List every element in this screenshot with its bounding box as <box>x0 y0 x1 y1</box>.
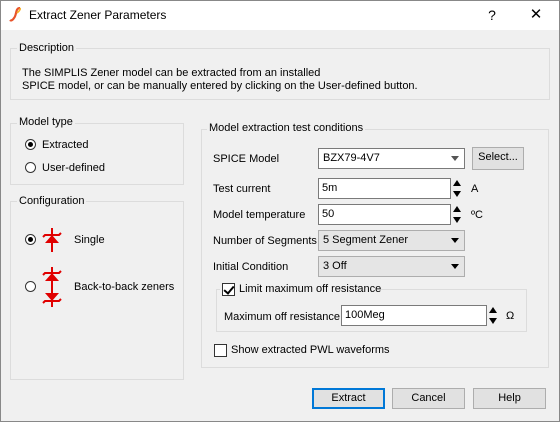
show-pwl-label[interactable]: Show extracted PWL waveforms <box>231 344 390 356</box>
test-current-value: 5m <box>322 182 338 194</box>
spin-down-icon[interactable] <box>488 316 499 326</box>
single-radio[interactable] <box>25 234 36 245</box>
limit-off-resistance-checkbox[interactable] <box>222 283 235 296</box>
close-button[interactable]: ✕ <box>512 0 560 30</box>
configuration-group-title: Configuration <box>17 195 87 207</box>
extract-button[interactable]: Extract <box>312 388 385 409</box>
show-pwl-checkbox[interactable] <box>214 344 227 357</box>
model-temperature-label: Model temperature <box>213 209 306 221</box>
zener-diode-icon <box>42 228 62 252</box>
select-model-button[interactable]: Select... <box>472 147 524 170</box>
initial-condition-value: 3 Off <box>323 260 347 272</box>
back-to-back-zener-icon <box>42 267 62 307</box>
extracted-radio-label[interactable]: Extracted <box>42 139 88 151</box>
max-off-resistance-input[interactable]: 100Meg <box>341 305 487 326</box>
test-current-spinner[interactable] <box>452 178 463 199</box>
initial-condition-select[interactable]: 3 Off <box>318 256 465 277</box>
test-current-label: Test current <box>213 183 271 195</box>
description-line-2: SPICE model, or can be manually entered … <box>22 80 418 92</box>
title-help-button[interactable]: ? <box>472 0 512 30</box>
model-type-group <box>10 123 184 185</box>
chevron-down-icon <box>451 238 459 243</box>
initial-condition-label: Initial Condition <box>213 261 289 273</box>
max-off-resistance-value: 100Meg <box>345 309 385 321</box>
max-off-resistance-spinner[interactable] <box>488 305 499 326</box>
spin-down-icon[interactable] <box>452 215 463 225</box>
max-off-resistance-unit: Ω <box>506 310 515 322</box>
spin-up-icon[interactable] <box>452 178 463 188</box>
model-temperature-input[interactable]: 50 <box>318 204 451 225</box>
user-defined-radio-label[interactable]: User-defined <box>42 162 105 174</box>
back-to-back-radio-label[interactable]: Back-to-back zeners <box>74 281 174 293</box>
help-button[interactable]: Help <box>473 388 546 409</box>
chevron-down-icon <box>451 156 459 161</box>
model-temperature-unit: ºC <box>471 209 483 221</box>
title-bar: Extract Zener Parameters ? ✕ <box>0 0 560 30</box>
spice-model-value: BZX79-4V7 <box>323 152 380 164</box>
segments-select[interactable]: 5 Segment Zener <box>318 230 465 251</box>
window-title: Extract Zener Parameters <box>29 8 167 22</box>
description-line-1: The SIMPLIS Zener model can be extracted… <box>22 67 321 79</box>
spin-up-icon[interactable] <box>452 204 463 214</box>
spice-model-label: SPICE Model <box>213 153 280 165</box>
limit-off-resistance-label[interactable]: Limit maximum off resistance <box>239 283 381 295</box>
spin-down-icon[interactable] <box>452 189 463 199</box>
description-group-title: Description <box>17 42 77 54</box>
back-to-back-radio[interactable] <box>25 281 36 292</box>
spice-model-select[interactable]: BZX79-4V7 <box>318 148 465 169</box>
cancel-button[interactable]: Cancel <box>392 388 465 409</box>
extracted-radio[interactable] <box>25 139 36 150</box>
segments-value: 5 Segment Zener <box>323 234 408 246</box>
single-radio-label[interactable]: Single <box>74 234 105 246</box>
chevron-down-icon <box>451 264 459 269</box>
test-current-unit: A <box>471 183 479 195</box>
test-current-input[interactable]: 5m <box>318 178 451 199</box>
model-temperature-spinner[interactable] <box>452 204 463 225</box>
model-temperature-value: 50 <box>322 208 335 220</box>
simplis-app-icon <box>9 7 21 22</box>
model-type-group-title: Model type <box>17 116 75 128</box>
max-off-resistance-label: Maximum off resistance <box>224 311 340 323</box>
extraction-group-title: Model extraction test conditions <box>207 122 366 134</box>
segments-label: Number of Segments <box>213 235 317 247</box>
user-defined-radio[interactable] <box>25 162 36 173</box>
spin-up-icon[interactable] <box>488 305 499 315</box>
